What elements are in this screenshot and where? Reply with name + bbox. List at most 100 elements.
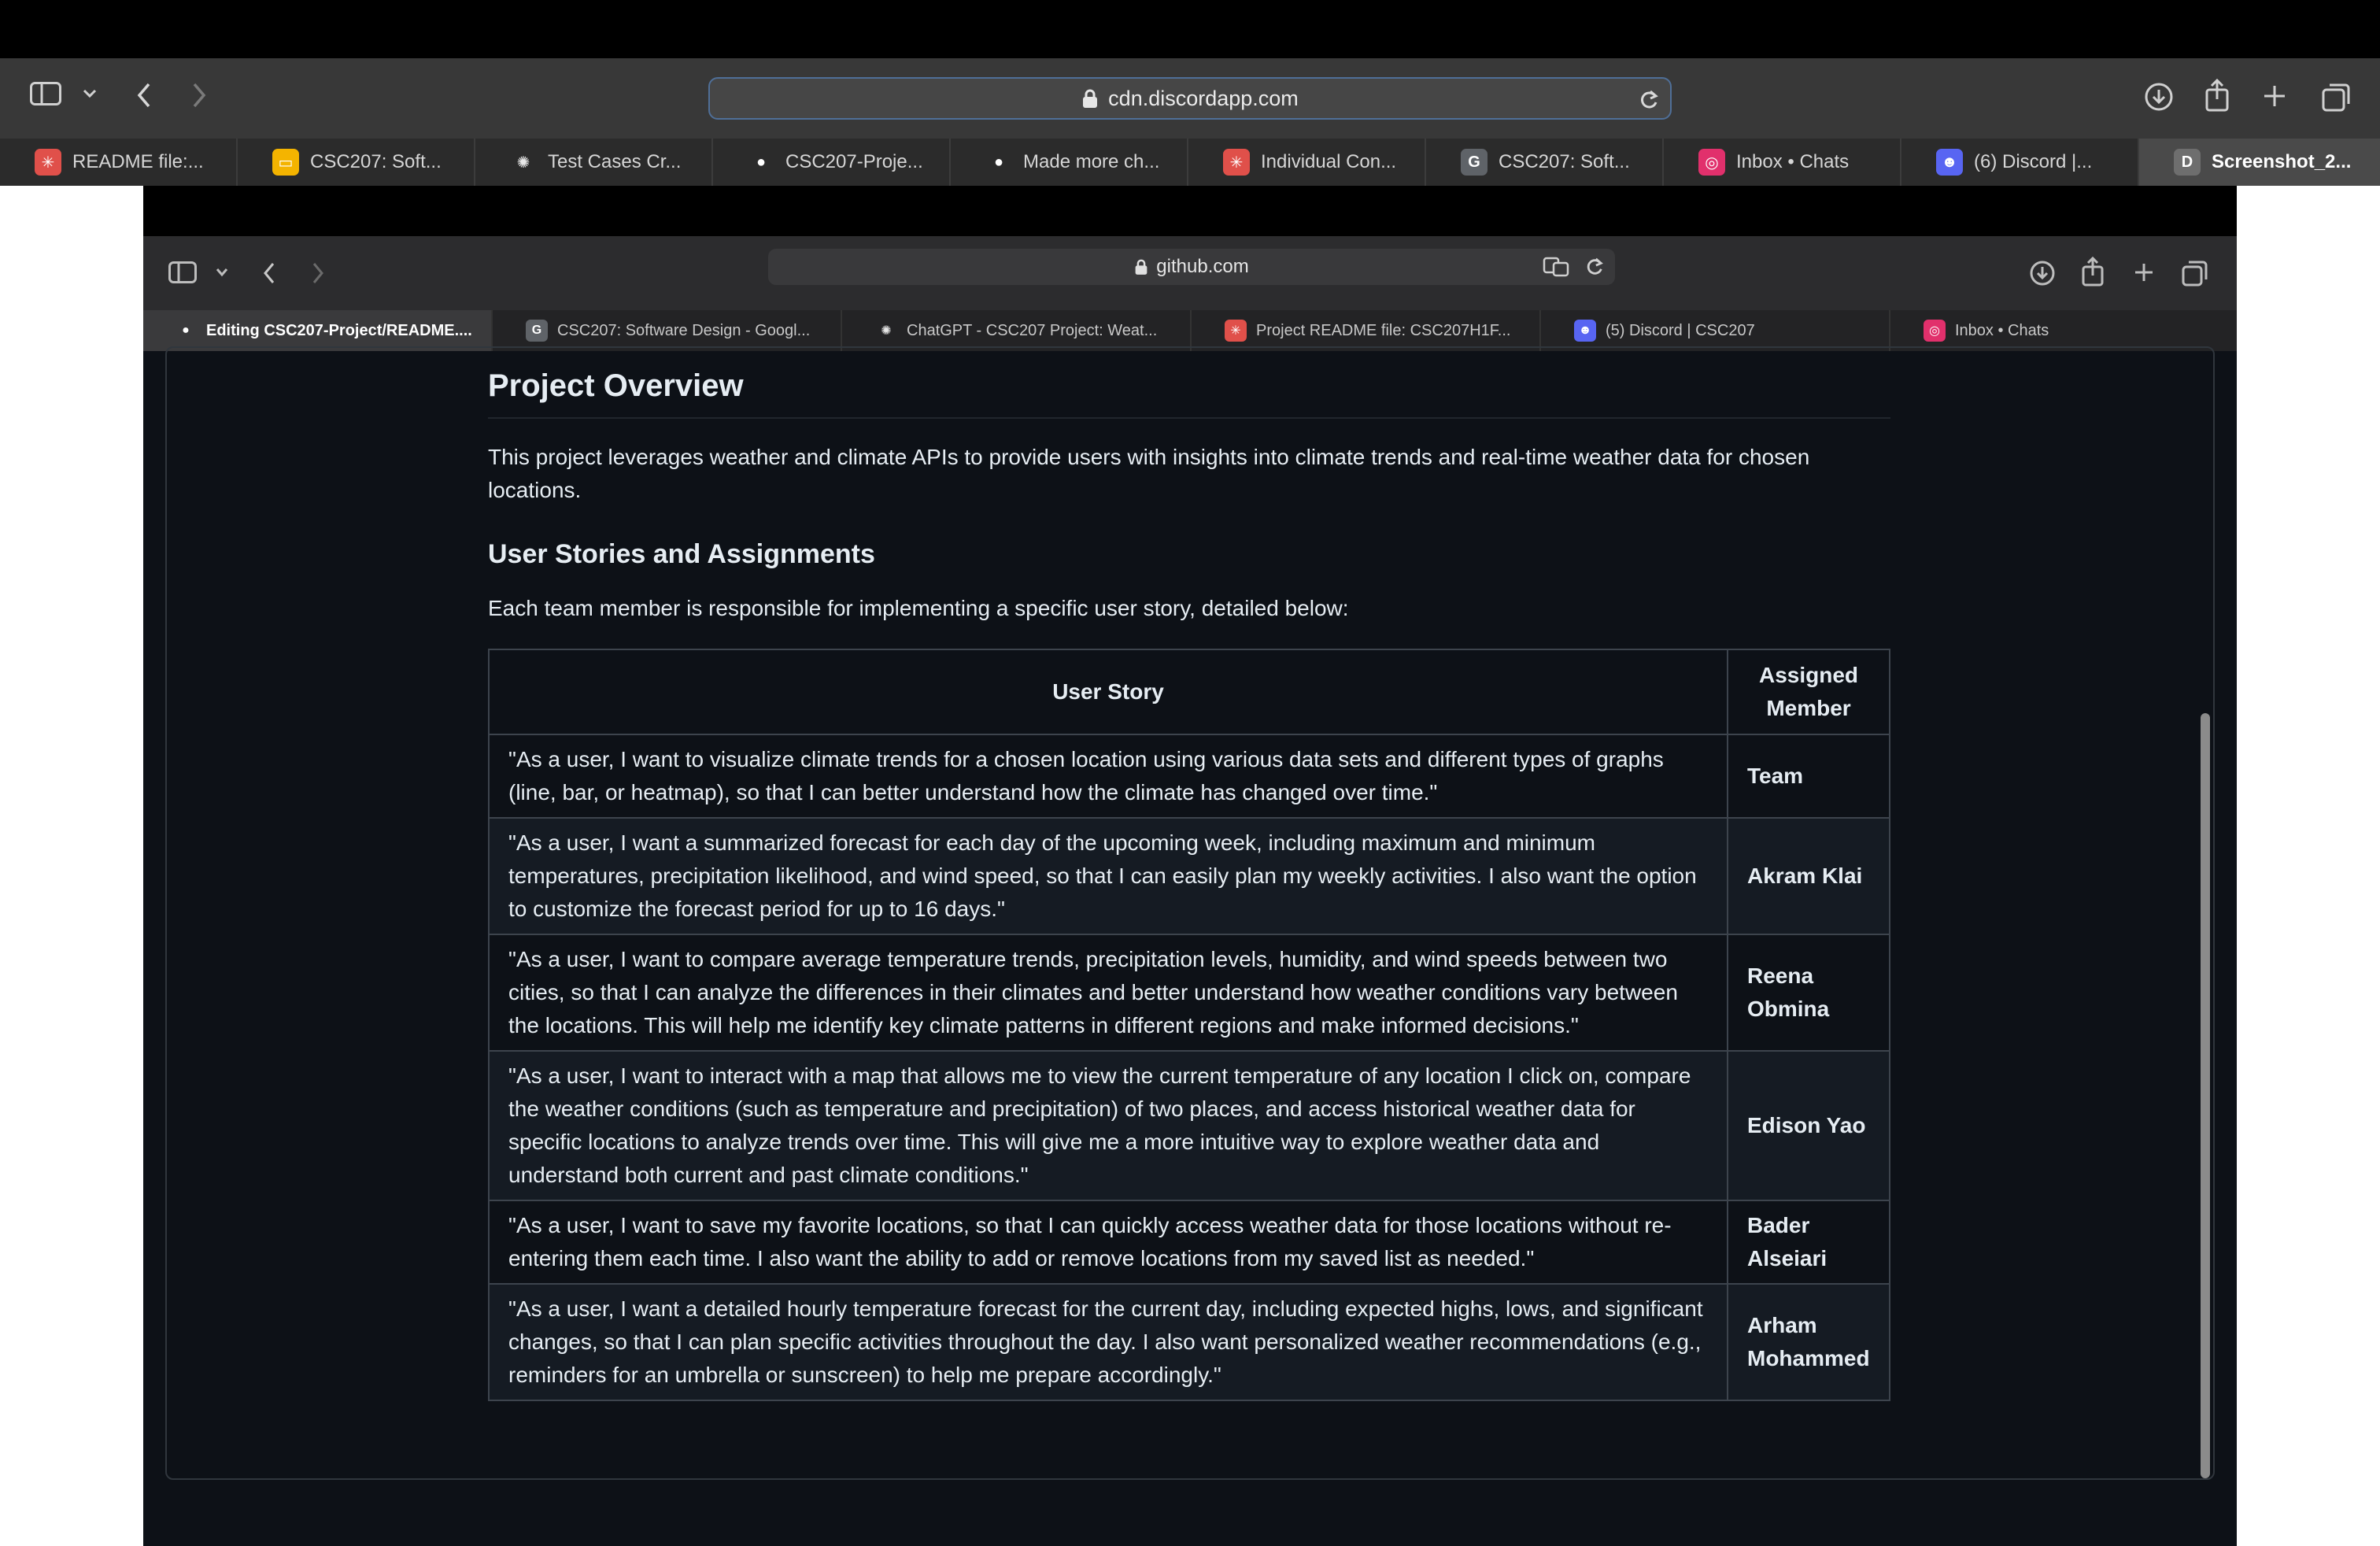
outer-tab[interactable]: ● CSC207-Proje...: [713, 139, 951, 186]
assigned-member-cell: Arham Mohammed: [1727, 1283, 1890, 1401]
user-story-cell: "As a user, I want to save my favorite l…: [488, 1200, 1728, 1285]
header-user-story: User Story: [488, 649, 1728, 735]
outer-tab[interactable]: ✳ README file:...: [0, 139, 238, 186]
chevron-down-icon[interactable]: [82, 88, 98, 99]
forward-icon: [310, 261, 326, 285]
outer-tab-label: Inbox • Chats: [1736, 151, 1850, 172]
assigned-member-cell: Edison Yao: [1727, 1050, 1890, 1201]
scrollbar: [2201, 713, 2210, 1478]
inner-tab-label: Editing CSC207-Project/README....: [206, 321, 472, 339]
github-icon: ●: [993, 153, 1004, 171]
assigned-member-cell: Reena Obmina: [1727, 934, 1890, 1052]
outer-tab-label: Screenshot_2...: [2212, 151, 2352, 172]
outer-tab[interactable]: ☻ (6) Discord |...: [1901, 139, 2139, 186]
stories-heading: User Stories and Assignments: [488, 539, 875, 569]
user-story-cell: "As a user, I want to interact with a ma…: [488, 1050, 1728, 1201]
new-tab-icon[interactable]: [2262, 83, 2287, 109]
inner-tab-label: (5) Discord | CSC207: [1606, 321, 1755, 339]
table-row: "As a user, I want a summarized forecast…: [488, 817, 1890, 935]
outer-tab-label: Test Cases Cr...: [548, 151, 682, 172]
forward-icon[interactable]: [190, 82, 208, 109]
asterisk-icon: ✳: [1225, 320, 1247, 342]
overview-text: This project leverages weather and clima…: [488, 445, 1810, 502]
slides-icon: ▭: [272, 149, 299, 176]
outer-tab[interactable]: ▭ CSC207: Soft...: [238, 139, 475, 186]
outer-tab-label: Individual Con...: [1261, 151, 1397, 172]
lock-icon: [1135, 259, 1148, 275]
outer-tab[interactable]: ✳ Individual Con...: [1188, 139, 1426, 186]
inner-tab: ◎ Inbox • Chats: [1890, 310, 2237, 351]
inner-tab: G CSC207: Software Design - Googl...: [493, 310, 842, 351]
header-assigned-member: Assigned Member: [1727, 649, 1890, 735]
user-story-cell: "As a user, I want to compare average te…: [488, 934, 1728, 1052]
inner-tab-label: ChatGPT - CSC207 Project: Weat...: [907, 321, 1158, 339]
lock-icon: [1083, 89, 1098, 108]
inner-tab-bar: ● Editing CSC207-Project/README.... G CSC20…: [143, 310, 2237, 351]
outer-tab-bar: ✳ README file:... ▭ CSC207: Soft... ✺ Test Ca…: [0, 139, 2380, 186]
back-icon[interactable]: [135, 82, 153, 109]
stories-intro: Each team member is responsible for impl…: [488, 596, 1349, 620]
inner-tab-label: Project README file: CSC207H1F...: [1256, 321, 1511, 339]
inner-address-bar-url: github.com: [1156, 256, 1249, 277]
table-row: "As a user, I want to compare average te…: [488, 934, 1890, 1052]
assigned-member-cell: Akram Klai: [1727, 817, 1890, 935]
chevron-down-icon: [216, 268, 228, 277]
discord-icon: ☻: [1936, 149, 1963, 176]
download-icon[interactable]: [2144, 82, 2174, 112]
instagram-icon: ◎: [1924, 320, 1946, 342]
share-icon: [2081, 257, 2105, 287]
outer-tab[interactable]: G CSC207: Soft...: [1426, 139, 1664, 186]
chatgpt-icon: ✺: [881, 324, 892, 338]
asterisk-icon: ✳: [35, 149, 61, 176]
instagram-icon: ◎: [1698, 149, 1725, 176]
share-icon[interactable]: [2204, 79, 2230, 112]
table-row: "As a user, I want to visualize climate …: [488, 734, 1890, 819]
new-tab-icon: [2133, 261, 2155, 283]
inner-tab: ✳ Project README file: CSC207H1F...: [1192, 310, 1541, 351]
outer-tab-label: CSC207-Proje...: [785, 151, 923, 172]
outer-tab[interactable]: ✺ Test Cases Cr...: [475, 139, 713, 186]
readme-content: Project Overview This project leverages …: [488, 351, 1890, 1401]
github-page: Project Overview This project leverages …: [143, 346, 2237, 1546]
d-icon: D: [2174, 149, 2201, 176]
sidebar-toggle-icon: [168, 261, 197, 283]
outer-tab-label: README file:...: [72, 151, 204, 172]
outer-tab-label: (6) Discord |...: [1974, 151, 2093, 172]
outer-tab-label: CSC207: Soft...: [1499, 151, 1630, 172]
translate-icon: [1543, 257, 1569, 277]
assigned-member-cell: Team: [1727, 734, 1890, 819]
outer-tab[interactable]: D Screenshot_2...: [2139, 139, 2380, 186]
table-row: "As a user, I want to save my favorite l…: [488, 1200, 1890, 1285]
reload-icon: [1587, 257, 1603, 275]
sidebar-toggle-icon[interactable]: [30, 82, 61, 105]
overview-heading: Project Overview: [488, 351, 1890, 419]
outer-tab[interactable]: ◎ Inbox • Chats: [1664, 139, 1901, 186]
table-row: "As a user, I want a detailed hourly tem…: [488, 1283, 1890, 1401]
address-bar[interactable]: cdn.discordapp.com: [708, 77, 1672, 120]
reload-icon[interactable]: [1639, 89, 1659, 111]
inner-tab: ☻ (5) Discord | CSC207: [1541, 310, 1890, 351]
tab-overview-icon: [2182, 260, 2208, 287]
outer-tab-label: Made more ch...: [1023, 151, 1160, 172]
outer-tab[interactable]: ● Made more ch...: [951, 139, 1188, 186]
user-story-cell: "As a user, I want a summarized forecast…: [488, 817, 1728, 935]
discord-icon: ☻: [1574, 320, 1596, 342]
user-story-cell: "As a user, I want to visualize climate …: [488, 734, 1728, 819]
g-icon: G: [1461, 149, 1488, 176]
g-icon: G: [526, 320, 548, 342]
user-story-cell: "As a user, I want a detailed hourly tem…: [488, 1283, 1728, 1401]
download-icon: [2029, 260, 2056, 287]
inner-tab-label: CSC207: Software Design - Googl...: [557, 321, 811, 339]
back-icon: [261, 261, 277, 285]
table-row: "As a user, I want to interact with a ma…: [488, 1050, 1890, 1201]
assigned-member-cell: Bader Alseiari: [1727, 1200, 1890, 1285]
address-bar-url: cdn.discordapp.com: [1108, 86, 1299, 110]
tab-overview-icon[interactable]: [2322, 82, 2352, 112]
outer-tab-label: CSC207: Soft...: [310, 151, 442, 172]
asterisk-icon: ✳: [1223, 149, 1250, 176]
inner-tab-label: Inbox • Chats: [1955, 321, 2049, 339]
user-stories-table: User Story Assigned Member "As a user, I…: [488, 649, 1890, 1401]
inner-address-bar: github.com: [768, 249, 1615, 285]
table-header-row: User Story Assigned Member: [488, 649, 1890, 735]
inner-tab: ✺ ChatGPT - CSC207 Project: Weat...: [842, 310, 1192, 351]
